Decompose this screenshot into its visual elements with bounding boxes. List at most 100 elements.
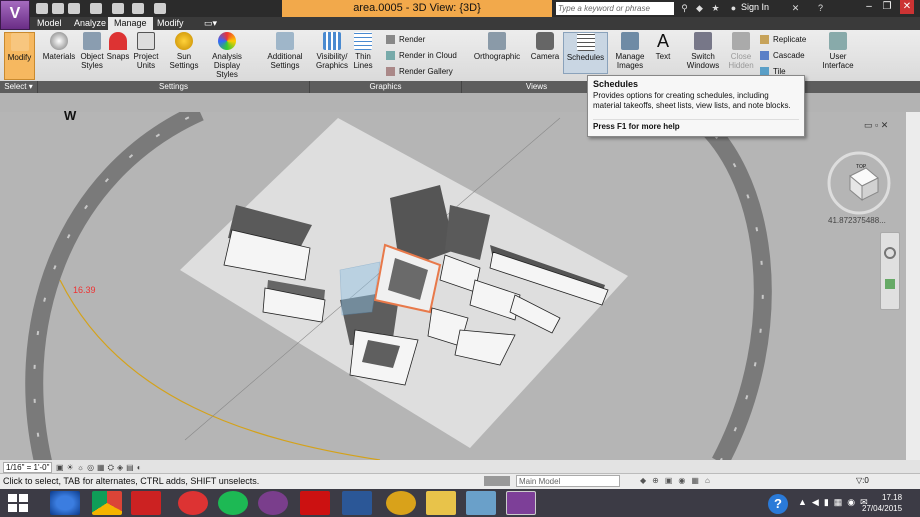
model-selector[interactable]: Main Model	[516, 475, 620, 487]
worksets-icon[interactable]	[484, 476, 510, 486]
panel-select[interactable]: Select ▾	[0, 81, 38, 93]
user-interface-button[interactable]: User Interface	[816, 32, 860, 70]
house-icon	[488, 32, 506, 50]
navigation-bar[interactable]	[880, 232, 900, 310]
print-icon[interactable]	[112, 3, 124, 14]
star-icon[interactable]: ★	[710, 3, 721, 14]
steering-wheel-icon[interactable]	[884, 247, 896, 259]
tab-manage[interactable]: Manage	[108, 17, 153, 30]
filter-icon[interactable]: ▽:0	[856, 476, 869, 485]
panel-settings: Settings	[38, 81, 310, 93]
thin-lines-button[interactable]: Thin Lines	[352, 32, 374, 70]
view-scale[interactable]: 1/16" = 1'-0"	[3, 462, 53, 473]
text-icon: A	[656, 31, 669, 51]
close-hidden-button[interactable]: Close Hidden	[726, 32, 756, 70]
analysis-styles-icon	[218, 32, 236, 50]
binoculars-icon[interactable]: ⚲	[679, 3, 690, 14]
close-button[interactable]: ✕	[900, 0, 914, 14]
save-icon[interactable]	[52, 3, 64, 14]
redo-icon[interactable]	[90, 3, 102, 14]
view-cube[interactable]: TOP	[826, 150, 892, 216]
cursor-icon	[10, 33, 29, 51]
help-icon[interactable]: ?	[815, 3, 826, 14]
schedules-button[interactable]: Schedules	[563, 32, 608, 74]
paint-icon[interactable]	[466, 491, 496, 515]
viewport-window-controls[interactable]: ▭ ▫ ✕	[864, 120, 894, 131]
project-units-button[interactable]: Project Units	[131, 32, 161, 70]
application-menu-button[interactable]: V	[0, 0, 30, 30]
itunes-icon[interactable]	[258, 491, 288, 515]
compass-west-label: W	[64, 108, 77, 123]
cloud-icon	[386, 51, 395, 61]
thin-lines-icon	[354, 32, 372, 50]
additional-settings-button[interactable]: Additional Settings	[264, 32, 306, 70]
tooltip-description: Provides options for creating schedules,…	[593, 91, 791, 110]
tooltip-help: Press F1 for more help	[593, 119, 799, 131]
window-title: area.0005 - 3D View: {3D}	[282, 0, 552, 17]
modify-button[interactable]: Modify	[4, 32, 35, 80]
minimize-button[interactable]: –	[862, 0, 876, 14]
images-icon	[621, 32, 639, 50]
zoom-icon[interactable]	[885, 279, 895, 289]
visibility-icon	[323, 32, 341, 50]
word-icon[interactable]	[342, 491, 372, 515]
sketchup-icon[interactable]	[178, 491, 208, 515]
exchange-icon[interactable]: ✕	[790, 3, 801, 14]
chrome-icon[interactable]	[92, 491, 122, 515]
text-button[interactable]: A Text	[650, 32, 676, 61]
view-control-icons[interactable]: ▣☀☼◎▦⛭◈▤◐	[56, 463, 145, 473]
render-gallery-button[interactable]: Render Gallery	[386, 67, 453, 77]
analysis-display-styles-button[interactable]: Analysis Display Styles	[202, 32, 252, 79]
vertical-scrollbar[interactable]	[906, 112, 920, 460]
camera-icon	[536, 32, 554, 50]
switch-windows-button[interactable]: Switch Windows	[682, 32, 724, 70]
open-icon[interactable]	[36, 3, 48, 14]
cascade-button[interactable]: Cascade	[760, 51, 805, 61]
replicate-button[interactable]: Replicate	[760, 35, 806, 45]
user-interface-icon	[829, 32, 847, 50]
measure-icon[interactable]	[132, 3, 144, 14]
settings-icon	[276, 32, 294, 50]
search-input[interactable]: Type a keyword or phrase	[556, 2, 674, 15]
tab-modify[interactable]: Modify	[151, 17, 190, 30]
tab-model[interactable]: Model	[31, 17, 68, 30]
tooltip-title: Schedules	[593, 79, 639, 89]
render-button[interactable]: Render	[386, 35, 425, 45]
orthographic-button[interactable]: Orthographic	[471, 32, 523, 61]
google-earth-icon[interactable]	[50, 491, 80, 515]
camera-button[interactable]: Camera	[528, 32, 562, 61]
sign-in-link[interactable]: Sign In	[741, 2, 769, 12]
teapot-icon	[386, 35, 395, 45]
3d-viewport[interactable]: W 16.39 ▭ ▫ ✕	[0, 103, 906, 473]
sun-settings-button[interactable]: Sun Settings	[167, 32, 201, 70]
close-windows-icon	[732, 32, 750, 50]
autocad-icon[interactable]	[131, 491, 161, 515]
render-in-cloud-button[interactable]: Render in Cloud	[386, 51, 457, 61]
object-styles-button[interactable]: Object Styles	[78, 32, 106, 70]
help-taskbar-icon[interactable]: ?	[768, 494, 788, 514]
browser-icon[interactable]	[386, 491, 416, 515]
ribbon-minimize-icon[interactable]: ▭▾	[198, 17, 223, 30]
snaps-button[interactable]: Snaps	[106, 32, 130, 61]
3d-model-canvas	[25, 103, 772, 473]
user-icon: ●	[730, 3, 737, 13]
file-explorer-icon[interactable]	[426, 491, 456, 515]
panel-graphics: Graphics	[310, 81, 462, 93]
switch-windows-icon[interactable]	[154, 3, 166, 14]
windows-start-icon[interactable]	[8, 494, 28, 512]
visibility-graphics-button[interactable]: Visibility/ Graphics	[312, 32, 352, 70]
clock[interactable]: 17.18 27/04/2015	[862, 492, 902, 514]
subscription-icon[interactable]: ◆	[694, 3, 705, 14]
selection-filter-icons[interactable]: ◆⊕▣◉▦⌂	[640, 476, 716, 485]
filter-count: :0	[862, 476, 869, 485]
units-icon	[137, 32, 155, 50]
restore-button[interactable]: ❐	[880, 0, 894, 14]
revit-taskbar-icon[interactable]	[506, 491, 536, 515]
materials-button[interactable]: Materials	[42, 32, 76, 61]
undo-icon[interactable]	[68, 3, 80, 14]
tab-analyze[interactable]: Analyze	[68, 17, 112, 30]
spotify-icon[interactable]	[218, 491, 248, 515]
clock-date: 27/04/2015	[862, 504, 903, 513]
manage-images-button[interactable]: Manage Images	[611, 32, 649, 70]
acrobat-icon[interactable]	[300, 491, 330, 515]
